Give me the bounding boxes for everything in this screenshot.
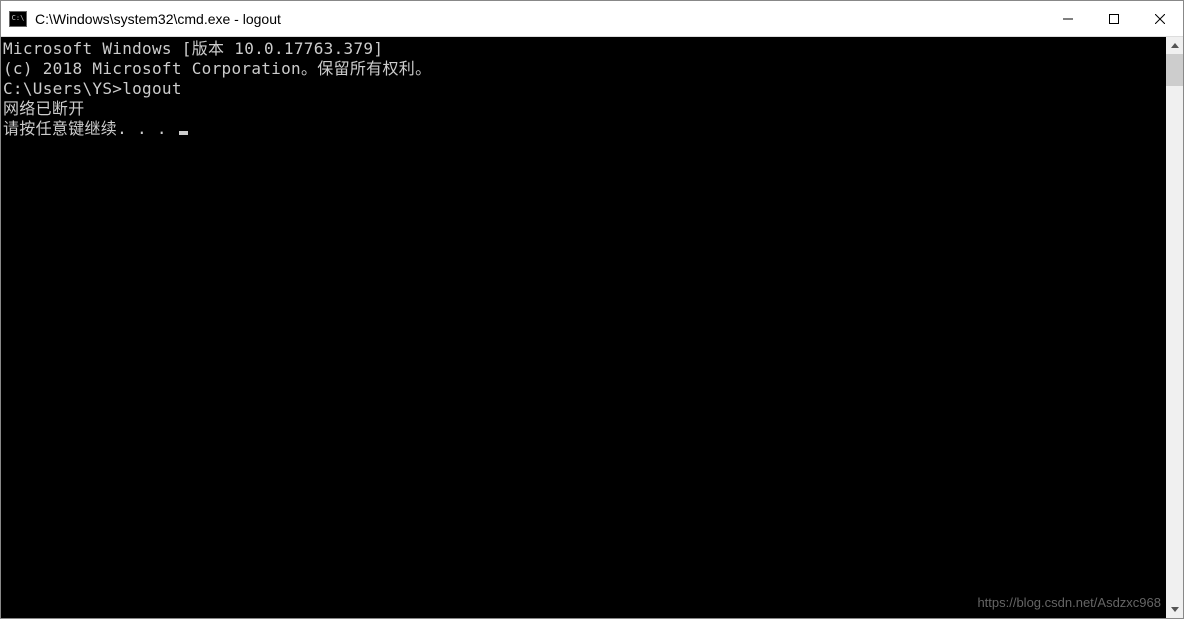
scroll-down-arrow[interactable] <box>1166 601 1183 618</box>
terminal-line: Microsoft Windows [版本 10.0.17763.379] <box>3 39 1166 59</box>
chevron-down-icon <box>1171 607 1179 612</box>
titlebar[interactable]: C:\Windows\system32\cmd.exe - logout <box>1 1 1183 37</box>
terminal-line: C:\Users\YS>logout <box>3 79 1166 99</box>
maximize-icon <box>1109 14 1119 24</box>
content-area: Microsoft Windows [版本 10.0.17763.379](c)… <box>1 37 1183 618</box>
close-icon <box>1155 14 1165 24</box>
close-button[interactable] <box>1137 1 1183 36</box>
minimize-icon <box>1063 14 1073 24</box>
terminal-output[interactable]: Microsoft Windows [版本 10.0.17763.379](c)… <box>1 37 1166 618</box>
minimize-button[interactable] <box>1045 1 1091 36</box>
scroll-thumb[interactable] <box>1166 54 1183 86</box>
terminal-text: 请按任意键继续. . . <box>3 119 177 138</box>
window-title: C:\Windows\system32\cmd.exe - logout <box>35 11 1045 27</box>
terminal-line: 网络已断开 <box>3 99 1166 119</box>
vertical-scrollbar[interactable] <box>1166 37 1183 618</box>
scroll-track[interactable] <box>1166 54 1183 601</box>
terminal-line: 请按任意键继续. . . <box>3 119 1166 139</box>
scroll-up-arrow[interactable] <box>1166 37 1183 54</box>
cmd-window: C:\Windows\system32\cmd.exe - logout Mic… <box>0 0 1184 619</box>
maximize-button[interactable] <box>1091 1 1137 36</box>
cursor <box>179 131 188 135</box>
chevron-up-icon <box>1171 43 1179 48</box>
terminal-line: (c) 2018 Microsoft Corporation。保留所有权利。 <box>3 59 1166 79</box>
cmd-icon <box>9 11 27 27</box>
window-controls <box>1045 1 1183 36</box>
